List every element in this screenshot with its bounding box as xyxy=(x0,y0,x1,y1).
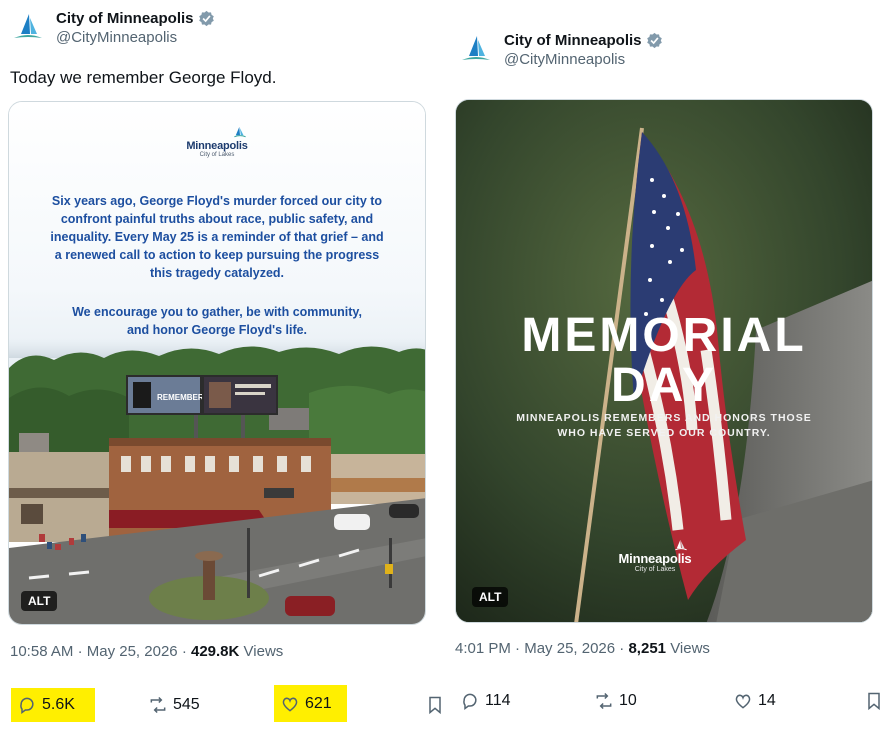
repost-count: 10 xyxy=(619,692,637,709)
avatar[interactable] xyxy=(10,10,46,46)
tweet-left: City of Minneapolis @CityMinneapolis Tod… xyxy=(0,0,441,743)
sailboat-icon xyxy=(234,126,246,138)
verified-badge-icon xyxy=(198,10,214,27)
handle[interactable]: @CityMinneapolis xyxy=(504,51,663,68)
tweet-text: Today we remember George Floyd. xyxy=(10,68,277,87)
verified-badge-icon xyxy=(646,32,662,49)
tweet-meta: 4:01 PM · May 25, 2026 · 8,251 Views xyxy=(455,640,710,657)
repost-count: 545 xyxy=(173,696,200,713)
reply-icon xyxy=(20,697,34,714)
repost-icon xyxy=(596,692,612,710)
tweet-header: City of Minneapolis @CityMinneapolis xyxy=(458,32,663,68)
like-icon xyxy=(735,694,751,709)
minneapolis-logo: Minneapolis City of Lakes xyxy=(177,126,257,158)
avatar-logo-icon xyxy=(462,36,490,60)
views-count: 8,251 xyxy=(628,640,667,657)
reply-button[interactable]: 114 xyxy=(460,684,511,718)
tweet-media-image[interactable]: Minneapolis City of Lakes Six years ago,… xyxy=(8,101,426,625)
like-button[interactable]: 14 xyxy=(733,684,776,718)
bookmark-icon xyxy=(868,692,880,711)
tweet-right: City of Minneapolis @CityMinneapolis MEM… xyxy=(446,0,882,743)
repost-icon xyxy=(150,696,166,714)
like-button[interactable]: 621 xyxy=(274,685,347,722)
sailboat-icon xyxy=(675,539,687,551)
like-icon xyxy=(282,697,298,712)
alt-badge[interactable]: ALT xyxy=(472,587,509,607)
billboard-text: REMEMBER xyxy=(157,393,204,402)
repost-button[interactable]: 10 xyxy=(594,684,637,718)
reply-count: 5.6K xyxy=(42,696,75,713)
display-name[interactable]: City of Minneapolis xyxy=(504,32,642,49)
tweet-date[interactable]: May 25, 2026 xyxy=(524,640,615,657)
bookmark-icon xyxy=(429,696,441,715)
minneapolis-logo: Minneapolis City of Lakes xyxy=(614,539,696,573)
views-label: Views xyxy=(243,643,284,660)
avatar[interactable] xyxy=(458,32,494,68)
alt-badge[interactable]: ALT xyxy=(21,591,58,611)
memorial-subtitle-line1: MINNEAPOLIS REMEMBERS AND HONORS THOSE xyxy=(516,412,812,424)
memorial-subtitle-line2: WHO HAVE SERVED OUR COUNTRY. xyxy=(557,427,771,439)
poster-paragraph-2: We encourage you to gather, be with comm… xyxy=(72,305,362,337)
reply-icon xyxy=(463,693,477,710)
reply-button[interactable]: 5.6K xyxy=(11,688,95,722)
memorial-title-line2: DAY xyxy=(611,359,717,412)
bookmark-button[interactable] xyxy=(864,684,882,718)
like-count: 14 xyxy=(758,692,776,709)
tweet-date[interactable]: May 25, 2026 xyxy=(87,643,178,660)
avatar-logo-icon xyxy=(14,14,42,38)
poster-paragraph-1: Six years ago, George Floyd's murder for… xyxy=(50,194,384,280)
memorial-title-line1: MEMORIAL xyxy=(521,309,807,362)
tweet-media-image[interactable]: MEMORIAL DAY MINNEAPOLIS REMEMBERS AND H… xyxy=(455,99,873,623)
display-name[interactable]: City of Minneapolis xyxy=(56,10,194,27)
like-count: 621 xyxy=(305,694,332,712)
tweet-time[interactable]: 4:01 PM xyxy=(455,640,511,657)
views-label: Views xyxy=(670,640,710,657)
tweet-meta: 10:58 AM · May 25, 2026 · 429.8K Views xyxy=(10,643,284,660)
tweet-time[interactable]: 10:58 AM xyxy=(10,643,73,660)
bookmark-button[interactable] xyxy=(425,688,445,722)
handle[interactable]: @CityMinneapolis xyxy=(56,29,215,46)
views-count: 429.8K xyxy=(190,643,240,660)
tweet-header: City of Minneapolis @CityMinneapolis xyxy=(10,10,215,46)
aerial-photo: REMEMBER xyxy=(9,338,425,624)
repost-button[interactable]: 545 xyxy=(148,688,200,722)
reply-count: 114 xyxy=(485,692,511,709)
